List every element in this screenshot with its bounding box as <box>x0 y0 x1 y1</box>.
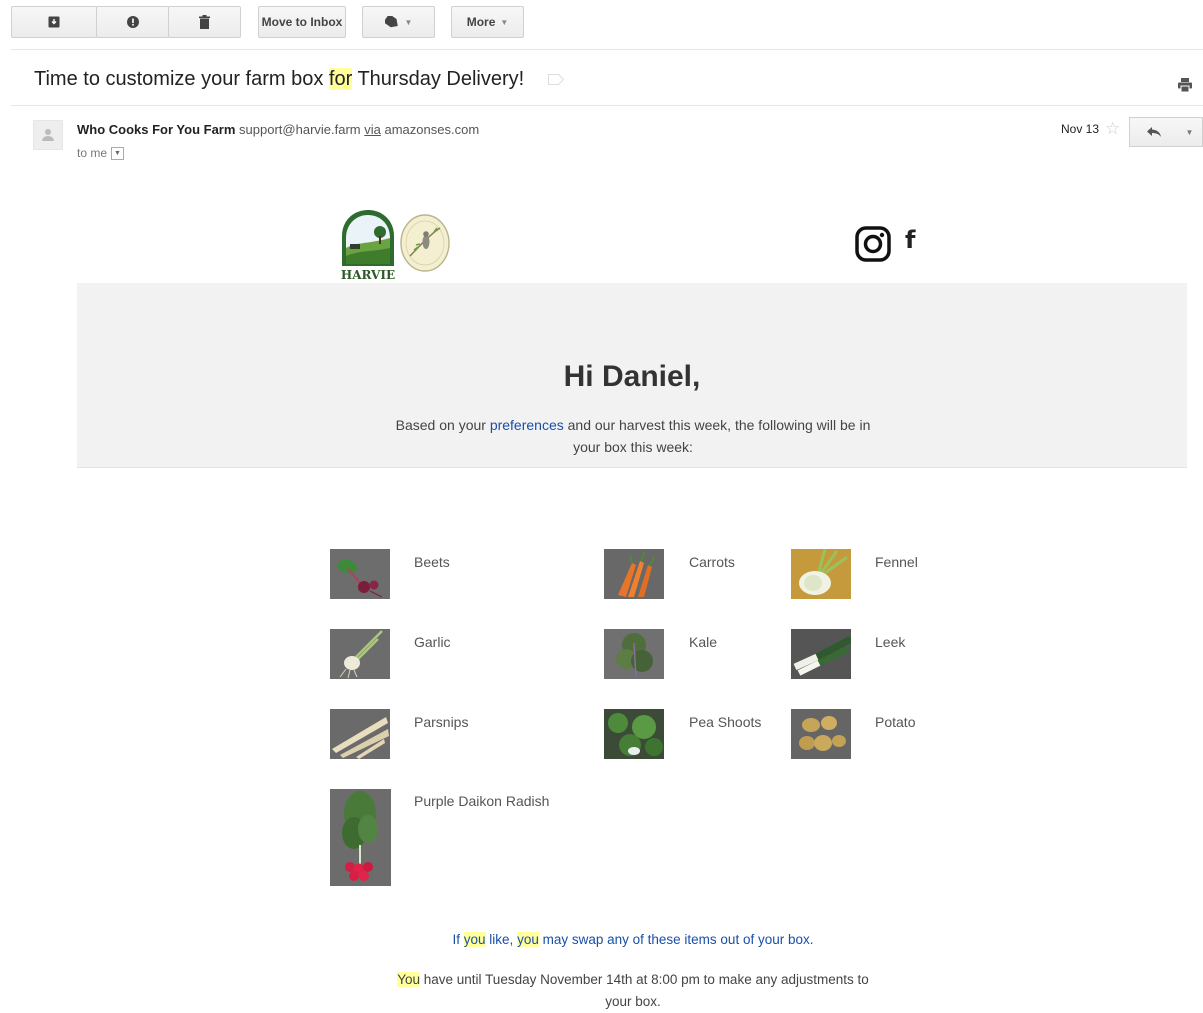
via-domain: amazonses.com <box>384 122 480 137</box>
kale-image <box>604 629 664 679</box>
reply-button[interactable] <box>1129 117 1178 147</box>
chevron-down-icon: ▼ <box>500 17 509 27</box>
preferences-link[interactable]: preferences <box>490 417 564 433</box>
produce-name: Garlic <box>414 634 451 650</box>
harvie-logo[interactable]: HARVIE <box>340 208 396 282</box>
leek-image <box>791 629 851 679</box>
facebook-icon[interactable]: f <box>905 226 915 254</box>
swap-note: If you like, you may swap any of these i… <box>383 929 883 951</box>
chevron-down-icon: ▼ <box>1185 127 1194 137</box>
importance-marker-icon[interactable] <box>547 74 564 86</box>
archive-icon <box>48 16 60 28</box>
trash-icon <box>199 15 210 29</box>
garlic-image <box>330 629 390 679</box>
produce-name: Leek <box>875 634 906 650</box>
spam-icon <box>126 16 139 28</box>
produce-name: Kale <box>689 634 718 650</box>
carrots-image <box>604 549 664 599</box>
message-subject: Time to customize your farm box for Thur… <box>34 68 564 91</box>
delete-button[interactable] <box>168 6 241 38</box>
recipient-label: to me <box>77 146 108 160</box>
via-link[interactable]: via <box>364 122 381 137</box>
swap-link[interactable]: If you like, you may swap any of these i… <box>453 932 813 947</box>
produce-name: Beets <box>414 554 450 570</box>
show-details-icon[interactable]: ▼ <box>111 146 125 160</box>
report-spam-button[interactable] <box>96 6 169 38</box>
produce-name: Carrots <box>689 554 735 570</box>
intro-text: Based on your preferences and our harves… <box>395 417 871 455</box>
person-icon <box>42 129 54 141</box>
purple-daikon-radish-image <box>330 789 391 886</box>
move-to-inbox-button[interactable]: Move to Inbox <box>258 6 346 38</box>
greeting-heading: Hi Daniel, <box>563 360 701 393</box>
more-actions-button[interactable]: ▼ <box>1177 117 1203 147</box>
divider <box>11 49 1203 50</box>
labels-button[interactable]: ▼ <box>362 6 435 38</box>
harvie-logo-text: HARVIE <box>341 268 395 282</box>
message-date: Nov 13 <box>1061 122 1100 136</box>
produce-name: Fennel <box>875 554 918 570</box>
deadline-note: You have until Tuesday November 14th at … <box>397 972 869 1009</box>
sender-line: Who Cooks For You Farm support@harvie.fa… <box>77 122 479 137</box>
produce-name: Parsnips <box>414 714 469 730</box>
chevron-down-icon: ▼ <box>404 17 413 27</box>
instagram-icon[interactable] <box>855 226 891 262</box>
beets-image <box>330 549 390 599</box>
avatar[interactable] <box>33 120 63 150</box>
produce-name: Potato <box>875 714 916 730</box>
divider <box>11 105 1203 106</box>
move-to-inbox-label: Move to Inbox <box>261 15 343 29</box>
star-icon[interactable]: ☆ <box>1105 119 1120 139</box>
parsnips-image <box>330 709 390 759</box>
potato-image <box>791 709 851 759</box>
more-label: More <box>466 15 496 29</box>
sender-name[interactable]: Who Cooks For You Farm <box>77 122 235 137</box>
fennel-image <box>791 549 851 599</box>
pea-shoots-image <box>604 709 664 759</box>
sender-email: support@harvie.farm <box>239 122 361 137</box>
farm-seal-logo[interactable] <box>400 214 450 272</box>
archive-button[interactable] <box>11 6 97 38</box>
reply-icon <box>1146 127 1161 137</box>
produce-name: Purple Daikon Radish <box>414 793 550 809</box>
produce-name: Pea Shoots <box>689 714 762 730</box>
recipient-line: to me ▼ <box>77 146 125 160</box>
print-icon[interactable] <box>1178 78 1192 92</box>
label-icon <box>384 16 398 28</box>
more-button[interactable]: More ▼ <box>451 6 524 38</box>
